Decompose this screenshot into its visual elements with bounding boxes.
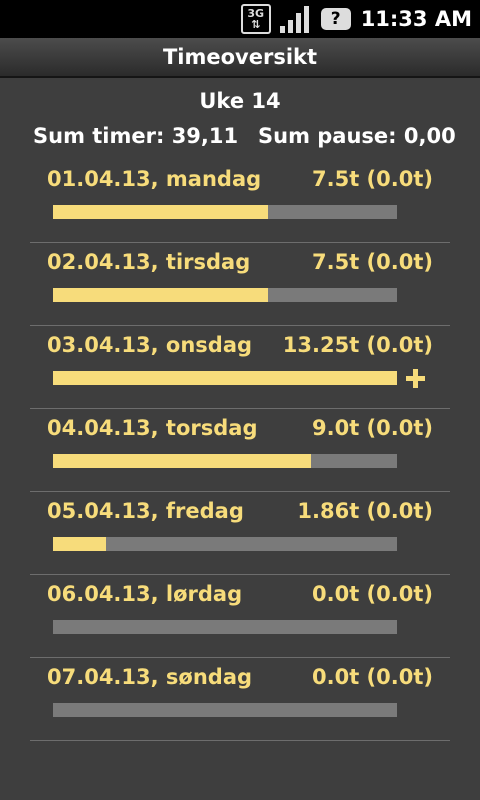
day-date: 07.04.13, søndag [47, 665, 253, 689]
day-row[interactable]: 04.04.13, torsdag 9.0t (0.0t) [30, 409, 450, 492]
day-hours: 7.5t (0.0t) [312, 167, 433, 191]
hours-progress-bar [53, 537, 397, 551]
day-hours: 13.25t (0.0t) [282, 333, 433, 357]
day-hours: 1.86t (0.0t) [297, 499, 433, 523]
hours-progress-bar [53, 620, 397, 634]
status-time: 11:33 AM [360, 7, 472, 31]
day-row[interactable]: 02.04.13, tirsdag 7.5t (0.0t) [30, 243, 450, 326]
day-date: 01.04.13, mandag [47, 167, 262, 191]
hours-progress-bar [53, 371, 397, 385]
row-divider [30, 740, 450, 741]
hours-progress-bar [53, 288, 397, 302]
day-date: 03.04.13, onsdag [47, 333, 253, 357]
week-label: Uke 14 [199, 89, 281, 113]
page-title: Timeoversikt [0, 38, 480, 78]
day-row[interactable]: 05.04.13, fredag 1.86t (0.0t) [30, 492, 450, 575]
status-bar: 3G ⇅ ? 11:33 AM [0, 0, 480, 38]
day-hours: 7.5t (0.0t) [312, 250, 433, 274]
day-hours: 9.0t (0.0t) [312, 416, 433, 440]
hours-progress-fill [53, 205, 268, 219]
day-hours: 0.0t (0.0t) [312, 582, 433, 606]
day-row[interactable]: 01.04.13, mandag 7.5t (0.0t) [30, 160, 450, 243]
day-date: 02.04.13, tirsdag [47, 250, 251, 274]
day-row[interactable]: 03.04.13, onsdag 13.25t (0.0t) [30, 326, 450, 409]
day-date: 06.04.13, lørdag [47, 582, 243, 606]
day-hours: 0.0t (0.0t) [312, 665, 433, 689]
hours-progress-fill [53, 371, 397, 385]
network-3g-icon: 3G ⇅ [240, 4, 271, 34]
hours-progress-fill [53, 454, 311, 468]
hours-progress-fill [53, 288, 268, 302]
hours-progress-bar [53, 205, 397, 219]
notification-icon[interactable]: ? [320, 4, 351, 34]
day-date: 05.04.13, fredag [47, 499, 244, 523]
overtime-plus-icon [406, 369, 425, 388]
hours-progress-bar [53, 703, 397, 717]
hours-progress-fill [53, 537, 107, 551]
day-row[interactable]: 07.04.13, søndag 0.0t (0.0t) [30, 658, 450, 741]
notification-question-icon: ? [320, 8, 351, 30]
hours-progress-bar [53, 454, 397, 468]
day-row[interactable]: 06.04.13, lørdag 0.0t (0.0t) [30, 575, 450, 658]
sum-pause: Sum pause: 0,00 [258, 124, 456, 148]
signal-strength-icon [279, 4, 313, 34]
day-date: 04.04.13, torsdag [47, 416, 258, 440]
sum-hours: Sum timer: 39,11 [33, 124, 239, 148]
